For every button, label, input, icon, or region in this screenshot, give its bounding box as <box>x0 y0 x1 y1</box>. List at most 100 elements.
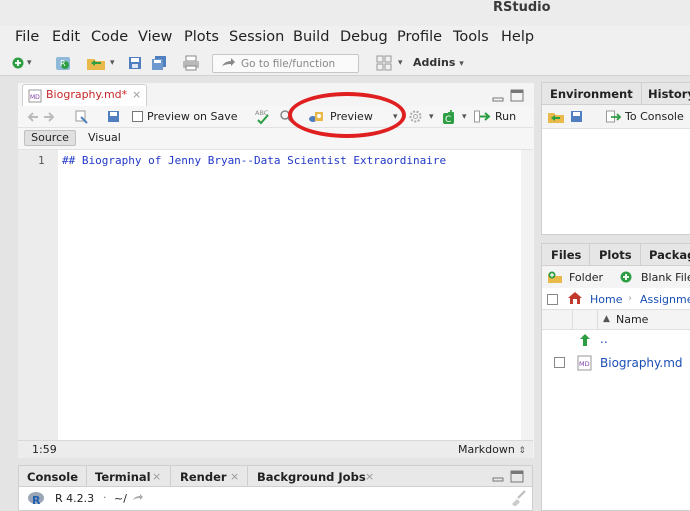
tab-environment[interactable]: Environment <box>550 87 633 101</box>
chevron-updown-icon: ⇕ <box>518 446 526 456</box>
code-line[interactable]: ## Biography of Jenny Bryan--Data Scient… <box>62 154 446 167</box>
goto-file-input[interactable]: Go to file/function <box>212 54 359 73</box>
addins-label: Addins <box>413 56 456 69</box>
run-icon[interactable] <box>474 110 492 123</box>
save-all-icon[interactable] <box>151 55 167 71</box>
workspace-panes-icon[interactable] <box>376 55 392 71</box>
tab-background-jobs[interactable]: Background Jobs <box>257 470 366 484</box>
editor-tab-biography[interactable]: MD Biography.md* × <box>22 84 147 106</box>
menu-profile[interactable]: Profile <box>397 29 442 45</box>
close-icon[interactable]: × <box>230 470 239 483</box>
file-type-selector[interactable]: Markdown ⇕ <box>458 443 526 456</box>
new-blank-file-button[interactable]: Blank File <box>641 271 690 284</box>
chevron-down-icon[interactable]: ▾ <box>398 58 403 68</box>
save-icon[interactable] <box>128 56 142 70</box>
show-in-window-icon[interactable] <box>75 110 89 124</box>
r-logo-icon: R <box>28 492 44 507</box>
tab-files[interactable]: Files <box>551 248 581 262</box>
select-all-checkbox[interactable] <box>547 294 558 305</box>
breadcrumb-home[interactable]: Home <box>590 293 622 306</box>
tab-history[interactable]: History <box>648 87 690 101</box>
chevron-down-icon[interactable]: ▾ <box>429 112 434 122</box>
file-row[interactable]: MD Biography.md <box>542 352 690 374</box>
menu-edit[interactable]: Edit <box>52 29 80 45</box>
to-console-icon[interactable] <box>606 110 622 124</box>
menu-view[interactable]: View <box>138 29 172 45</box>
breadcrumb-folder[interactable]: Assignme <box>640 293 690 306</box>
file-name-link[interactable]: Biography.md <box>600 356 683 370</box>
forward-arrow-icon[interactable] <box>43 111 55 123</box>
parent-dir-link[interactable]: .. <box>600 332 608 346</box>
console-tabstrip: Console Terminal × Render × Background J… <box>18 465 533 487</box>
menu-build[interactable]: Build <box>293 29 329 45</box>
code-editor[interactable] <box>18 150 533 440</box>
new-project-icon[interactable]: R <box>54 54 72 72</box>
close-icon[interactable]: × <box>365 470 374 483</box>
files-table-header: ▲ Name <box>542 310 690 330</box>
column-name-header[interactable]: Name <box>616 313 648 326</box>
minimize-pane-icon[interactable] <box>492 91 504 103</box>
minimize-pane-icon[interactable] <box>492 472 504 484</box>
maximize-pane-icon[interactable] <box>510 89 524 103</box>
editor-scrollbar[interactable] <box>521 150 533 440</box>
back-arrow-icon[interactable] <box>27 111 39 123</box>
main-toolbar: ▾ R ▾ Go to file/function ▾ Addins ▾ <box>0 51 690 76</box>
menu-help[interactable]: Help <box>501 29 534 45</box>
highlight-oval <box>288 92 406 138</box>
insert-chunk-icon[interactable]: C <box>441 109 457 125</box>
tab-divider <box>589 244 590 266</box>
tab-divider <box>86 466 87 487</box>
open-folder-icon[interactable] <box>547 110 565 124</box>
source-mode-button[interactable]: Source <box>24 130 76 146</box>
source-visual-toggle: Source Visual <box>18 128 533 150</box>
clear-console-icon[interactable] <box>509 490 527 506</box>
new-folder-button[interactable]: Folder <box>569 271 603 284</box>
chevron-down-icon[interactable]: ▾ <box>110 58 115 68</box>
menu-plots[interactable]: Plots <box>184 29 219 45</box>
print-icon[interactable] <box>182 55 200 71</box>
run-button[interactable]: Run <box>495 110 516 123</box>
maximize-pane-icon[interactable] <box>510 470 524 484</box>
line-gutter: 1 <box>18 150 58 440</box>
tab-terminal[interactable]: Terminal <box>95 470 151 484</box>
preview-on-save-checkbox[interactable] <box>132 111 143 122</box>
close-icon[interactable]: × <box>152 470 161 483</box>
save-icon[interactable] <box>107 110 120 123</box>
column-divider <box>597 310 598 330</box>
spellcheck-icon[interactable]: ABC <box>255 108 271 126</box>
close-icon[interactable]: × <box>132 88 141 101</box>
console-body[interactable]: R R 4.2.3 · ~/ <box>18 487 533 511</box>
chevron-down-icon[interactable]: ▾ <box>27 58 32 68</box>
file-row-checkbox[interactable] <box>554 357 565 368</box>
goto-directory-icon[interactable] <box>132 493 144 503</box>
breadcrumb-separator-icon: › <box>628 293 632 304</box>
addins-menu[interactable]: Addins ▾ <box>413 56 464 69</box>
open-folder-icon[interactable] <box>86 55 106 71</box>
tab-plots[interactable]: Plots <box>599 248 632 262</box>
separator-dot: · <box>103 491 107 504</box>
working-directory[interactable]: ~/ <box>114 492 127 505</box>
menu-session[interactable]: Session <box>229 29 284 45</box>
parent-dir-row[interactable]: .. <box>542 330 690 352</box>
home-icon[interactable] <box>567 291 583 305</box>
tab-render[interactable]: Render <box>180 470 227 484</box>
menu-tools[interactable]: Tools <box>453 29 489 45</box>
save-icon[interactable] <box>570 110 583 123</box>
visual-mode-button[interactable]: Visual <box>88 131 121 144</box>
tab-packages[interactable]: Packag <box>649 248 690 262</box>
markdown-file-icon: MD <box>577 355 592 371</box>
new-file-icon[interactable] <box>12 57 24 69</box>
svg-text:R: R <box>60 59 66 68</box>
new-folder-icon[interactable] <box>547 271 563 284</box>
editor-toolbar: Preview on Save ABC Preview ▾ ▾ C ▾ Run <box>18 106 533 128</box>
menu-file[interactable]: File <box>15 29 39 45</box>
tab-console[interactable]: Console <box>27 470 78 484</box>
gear-icon[interactable] <box>409 110 422 123</box>
markdown-file-icon: MD <box>28 89 42 103</box>
menu-code[interactable]: Code <box>91 29 128 45</box>
to-console-button[interactable]: To Console <box>625 110 684 123</box>
new-blank-file-icon[interactable] <box>620 271 632 283</box>
chevron-down-icon[interactable]: ▾ <box>462 112 467 122</box>
tab-divider <box>641 83 642 105</box>
menu-debug[interactable]: Debug <box>340 29 388 45</box>
